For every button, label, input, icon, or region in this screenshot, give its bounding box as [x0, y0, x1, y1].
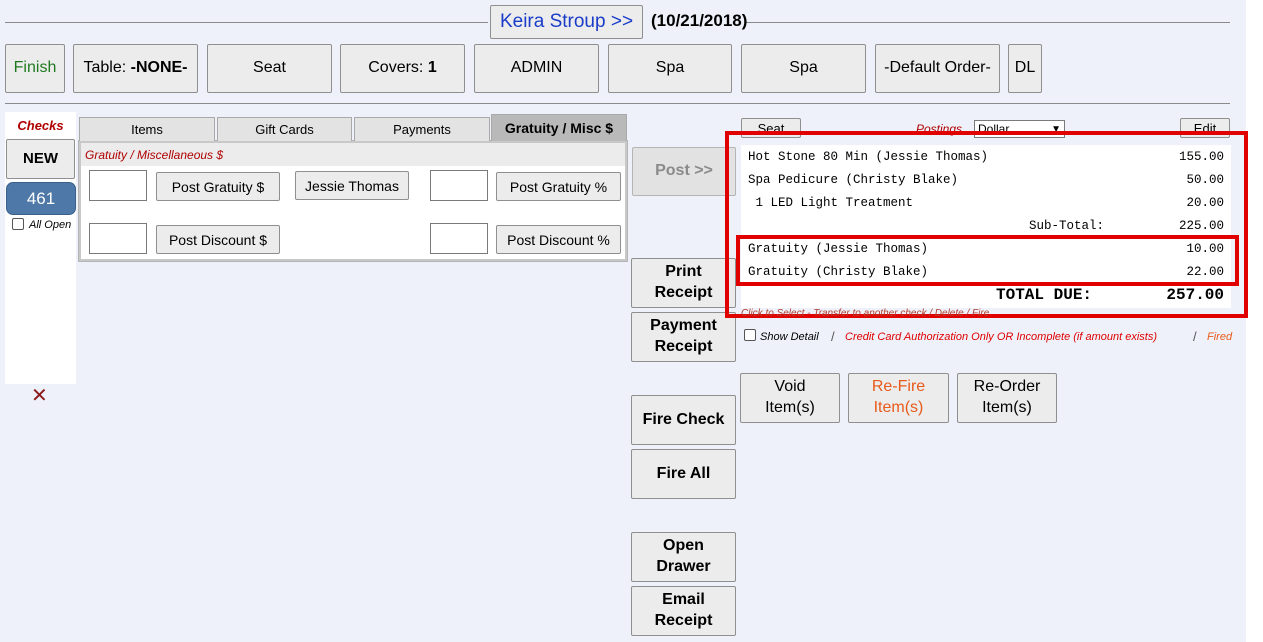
discount-amount-input[interactable] [89, 223, 147, 254]
post-gratuity-percent-button[interactable]: Post Gratuity % [496, 172, 621, 201]
table-value: -NONE- [130, 59, 188, 77]
covers-label: Covers: [368, 59, 424, 77]
refire-line1: Re-Fire [871, 378, 926, 396]
post-discount-amount-button[interactable]: Post Discount $ [156, 225, 280, 254]
covers-value: 1 [427, 59, 437, 77]
receipt-hint: Click to Select - Transfer to another ch… [741, 308, 990, 318]
seat-button[interactable]: Seat [207, 44, 332, 93]
refire-items-button[interactable]: Re-Fire Item(s) [848, 373, 949, 423]
gratuity-amount-input[interactable] [89, 170, 147, 201]
all-open-label: All Open [29, 219, 72, 231]
default-order-button[interactable]: -Default Order- [875, 44, 1000, 93]
covers-button[interactable]: Covers: 1 [340, 44, 465, 93]
legend-separator: / [831, 329, 835, 344]
tab-gift-cards[interactable]: Gift Cards [217, 117, 352, 141]
payment-receipt-button[interactable]: Payment Receipt [631, 312, 736, 362]
discount-percent-input[interactable] [430, 223, 488, 254]
table-button[interactable]: Table: -NONE- [73, 44, 198, 93]
fired-legend: Fired [1207, 331, 1233, 343]
finish-button[interactable]: Finish [5, 44, 65, 93]
tab-gratuity-misc[interactable]: Gratuity / Misc $ [491, 114, 627, 141]
gratuity-employee-button[interactable]: Jessie Thomas [295, 171, 409, 200]
email-receipt-line1: Email [662, 591, 705, 609]
admin-button[interactable]: ADMIN [474, 44, 599, 93]
fire-all-button[interactable]: Fire All [631, 449, 736, 499]
reorder-line1: Re-Order [973, 378, 1041, 396]
post-discount-percent-button[interactable]: Post Discount % [496, 225, 621, 254]
email-receipt-button[interactable]: Email Receipt [631, 586, 736, 636]
fire-check-button[interactable]: Fire Check [631, 395, 736, 445]
new-check-button[interactable]: NEW [6, 139, 75, 179]
print-receipt-line2: Receipt [654, 284, 713, 301]
gratuity-panel-title: Gratuity / Miscellaneous $ [85, 148, 224, 162]
dl-button[interactable]: DL [1008, 44, 1042, 93]
toolbar-rule [5, 103, 1230, 104]
payment-receipt-line1: Payment [650, 317, 717, 335]
print-receipt-line1: Print [665, 263, 702, 281]
order-date: (10/21/2018) [651, 11, 748, 30]
void-items-button[interactable]: Void Item(s) [740, 373, 840, 423]
open-drawer-button[interactable]: Open Drawer [631, 532, 736, 582]
void-line2: Item(s) [765, 399, 815, 416]
spa-button-1[interactable]: Spa [608, 44, 732, 93]
cc-auth-note: Credit Card Authorization Only OR Incomp… [845, 331, 1157, 343]
check-461-button[interactable]: 461 [7, 183, 75, 214]
post-button[interactable]: Post >> [632, 147, 736, 196]
header-rule-right [746, 22, 1230, 23]
highlight-box-receipt [725, 131, 1248, 318]
highlight-box-gratuities [736, 235, 1239, 286]
reorder-items-button[interactable]: Re-Order Item(s) [957, 373, 1057, 423]
close-icon[interactable]: ✕ [31, 386, 48, 406]
all-open-checkbox[interactable] [12, 218, 24, 230]
gratuity-percent-input[interactable] [430, 170, 488, 201]
header-rule-left [5, 22, 488, 23]
checks-title: Checks [17, 118, 64, 133]
spa-button-2[interactable]: Spa [741, 44, 866, 93]
reorder-line2: Item(s) [982, 399, 1032, 416]
post-gratuity-amount-button[interactable]: Post Gratuity $ [156, 172, 280, 201]
payment-receipt-line2: Receipt [654, 338, 713, 355]
refire-line2: Item(s) [873, 399, 924, 416]
print-receipt-button[interactable]: Print Receipt [631, 258, 736, 308]
open-drawer-line1: Open [663, 537, 704, 555]
void-line1: Void [774, 378, 806, 396]
tab-items[interactable]: Items [79, 117, 215, 141]
legend-separator: / [1193, 329, 1197, 344]
pos-canvas [0, 0, 1246, 642]
email-receipt-line2: Receipt [654, 612, 713, 629]
table-label: Table: [83, 59, 127, 77]
show-detail-checkbox[interactable] [744, 329, 756, 341]
customer-name-button[interactable]: Keira Stroup >> [490, 5, 643, 39]
open-drawer-line2: Drawer [656, 558, 711, 575]
show-detail-label: Show Detail [760, 331, 819, 343]
tab-payments[interactable]: Payments [354, 117, 490, 141]
